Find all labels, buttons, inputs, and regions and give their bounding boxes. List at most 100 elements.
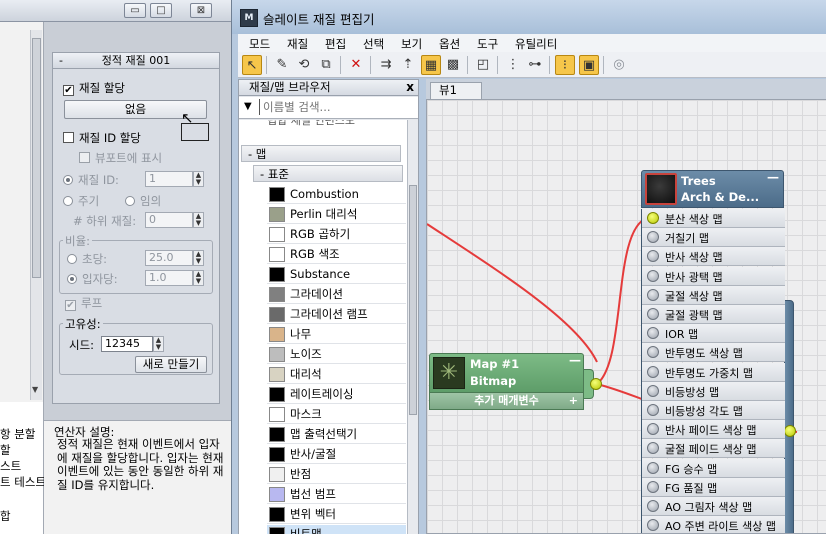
list-item[interactable]: 할 bbox=[0, 442, 11, 458]
spinner-arrows-icon[interactable]: ▲ ▼ bbox=[193, 212, 204, 228]
spinner-arrows-icon[interactable]: ▲ ▼ bbox=[193, 250, 204, 266]
show-in-viewport-checkbox[interactable]: 뷰포트에 표시 bbox=[79, 150, 162, 166]
material-id-spinner[interactable]: 1 ▲ ▼ bbox=[145, 171, 204, 187]
material-slot[interactable]: 반사 광택 맵 bbox=[642, 266, 785, 286]
input-port[interactable] bbox=[647, 404, 659, 416]
delete-icon[interactable]: ✕ bbox=[346, 55, 366, 75]
input-port[interactable] bbox=[647, 365, 659, 378]
list-item[interactable]: RGB 곱하기 bbox=[267, 225, 406, 244]
input-port[interactable] bbox=[647, 250, 659, 263]
per-second-radio[interactable]: 초당: bbox=[67, 251, 107, 267]
material-output-port[interactable] bbox=[784, 425, 796, 437]
per-particle-radio[interactable]: 입자당: bbox=[67, 271, 118, 287]
material-slot[interactable]: FG 승수 맵 bbox=[642, 458, 785, 478]
scroll-down-icon[interactable]: ▼ bbox=[32, 385, 38, 394]
list-item[interactable]: 그라데이션 bbox=[267, 285, 406, 304]
input-port[interactable] bbox=[647, 212, 659, 224]
list-item[interactable]: 맵 출력선택기 bbox=[267, 425, 406, 444]
node-canvas[interactable]: ✳ Map #1 Bitmap — 추가 매개변수 + Trees Arch &… bbox=[426, 99, 826, 534]
spinner-arrows-icon[interactable]: ▲ ▼ bbox=[193, 270, 204, 286]
background-icon[interactable]: ▦ bbox=[421, 55, 441, 75]
standard-group-header[interactable]: - 표준 bbox=[253, 165, 403, 182]
random-radio[interactable]: 임의 bbox=[125, 193, 161, 209]
material-slot[interactable]: 분산 색상 맵 bbox=[642, 209, 785, 228]
input-port[interactable] bbox=[647, 288, 659, 301]
input-port[interactable] bbox=[647, 461, 659, 474]
put-material-icon[interactable]: ⟲ bbox=[294, 55, 314, 75]
input-port[interactable] bbox=[647, 231, 659, 244]
material-id-radio[interactable]: 재질 ID: bbox=[63, 172, 119, 188]
eyedropper-icon[interactable]: ✎ bbox=[272, 55, 292, 75]
input-port[interactable] bbox=[647, 442, 659, 455]
panel-scrollbar[interactable]: ▼ bbox=[30, 30, 42, 400]
assign-material-icon[interactable]: ⧉ bbox=[316, 55, 336, 75]
material-node-header[interactable]: Trees Arch & De... — bbox=[641, 170, 784, 208]
list-item[interactable]: 비트맵 bbox=[267, 525, 406, 534]
close-icon[interactable]: x bbox=[406, 80, 414, 95]
seed-spinner[interactable]: 12345 ▲ ▼ bbox=[101, 336, 164, 352]
search-options-icon[interactable]: ▼ bbox=[244, 101, 252, 112]
menu-select[interactable]: 선택 bbox=[363, 36, 384, 52]
list-item[interactable]: 합 bbox=[0, 508, 11, 524]
menu-edit[interactable]: 편집 bbox=[325, 36, 346, 52]
list-item[interactable]: Perlin 대리석 bbox=[267, 205, 406, 224]
material-slot[interactable]: 굴절 광택 맵 bbox=[642, 305, 785, 324]
list-item[interactable]: 스트 bbox=[0, 458, 21, 474]
assign-material-checkbox[interactable]: ✔ 재질 할당 bbox=[63, 80, 125, 96]
close-button[interactable]: ⊠ bbox=[190, 3, 212, 18]
search-input[interactable] bbox=[259, 99, 414, 115]
assign-material-id-checkbox[interactable]: 재질 ID 할당 bbox=[63, 130, 141, 146]
list-item[interactable]: 트 테스트 bbox=[0, 474, 46, 490]
list-item[interactable]: 반점 bbox=[267, 465, 406, 484]
material-slot[interactable]: IOR 맵 bbox=[642, 324, 785, 344]
material-slot[interactable]: 거칠기 맵 bbox=[642, 228, 785, 248]
spinner-arrows-icon[interactable]: ▲ ▼ bbox=[193, 171, 204, 187]
spinner-arrows-icon[interactable]: ▲ ▼ bbox=[153, 336, 164, 352]
rollout-header[interactable]: - 정적 재질 001 bbox=[53, 53, 219, 69]
material-slot[interactable]: 반사 페이드 색상 맵 bbox=[642, 420, 785, 440]
collapse-node-icon[interactable]: — bbox=[569, 353, 581, 367]
scrollbar-thumb[interactable] bbox=[409, 185, 417, 415]
list-item[interactable]: 법선 범프 bbox=[267, 485, 406, 504]
list-item[interactable]: RGB 색조 bbox=[267, 245, 406, 264]
new-seed-button[interactable]: 새로 만들기 bbox=[135, 356, 207, 373]
list-item[interactable]: 변위 벡터 bbox=[267, 505, 406, 524]
menu-tools[interactable]: 도구 bbox=[477, 36, 498, 52]
menu-view[interactable]: 보기 bbox=[401, 36, 422, 52]
material-slot[interactable]: 비등방성 각도 맵 bbox=[642, 401, 785, 420]
material-slot[interactable]: 반사 색상 맵 bbox=[642, 247, 785, 267]
input-port[interactable] bbox=[647, 384, 659, 397]
loop-checkbox[interactable]: ✔ 루프 bbox=[65, 295, 102, 311]
menu-utilities[interactable]: 유틸리티 bbox=[515, 36, 557, 52]
material-slot[interactable]: 반투명도 가중치 맵 bbox=[642, 362, 785, 382]
layout-vertical-icon[interactable]: ⋮ bbox=[503, 55, 523, 75]
input-port[interactable] bbox=[647, 327, 659, 340]
input-port[interactable] bbox=[647, 423, 659, 436]
restore-button[interactable]: □ bbox=[150, 3, 172, 18]
title-bar[interactable]: M 슬레이트 재질 편집기 bbox=[232, 0, 826, 34]
material-slot[interactable]: 비등방성 맵 bbox=[642, 381, 785, 401]
material-map-navigator-icon[interactable]: ⁝ bbox=[555, 55, 575, 75]
input-port[interactable] bbox=[647, 480, 659, 493]
bitmap-output-port[interactable] bbox=[590, 378, 602, 390]
list-item[interactable]: 마스크 bbox=[267, 405, 406, 424]
select-by-material-icon[interactable]: ◎ bbox=[609, 55, 629, 75]
layout-children-icon[interactable]: ⊶ bbox=[525, 55, 545, 75]
material-slot[interactable]: 반투명도 색상 맵 bbox=[642, 343, 785, 363]
bitmap-node-header[interactable]: ✳ Map #1 Bitmap — bbox=[429, 353, 584, 393]
material-slot[interactable]: AO 주변 라이트 색상 맵 bbox=[642, 516, 785, 533]
material-slot[interactable]: AO 그림자 색상 맵 bbox=[642, 497, 785, 516]
sub-material-spinner[interactable]: 0 ▲ ▼ bbox=[145, 212, 204, 228]
list-item[interactable]: 나무 bbox=[267, 325, 406, 344]
move-children-icon[interactable]: ⇉ bbox=[376, 55, 396, 75]
tab-view1[interactable]: 뷰1 bbox=[430, 82, 482, 99]
menu-mode[interactable]: 모드 bbox=[249, 36, 270, 52]
list-item[interactable]: 노이즈 bbox=[267, 345, 406, 364]
select-arrow-icon[interactable]: ↖ bbox=[242, 55, 262, 75]
input-port[interactable] bbox=[647, 346, 659, 359]
list-item[interactable]: 반사/굴절 bbox=[267, 445, 406, 464]
hide-unused-slots-icon[interactable]: ⇡ bbox=[398, 55, 418, 75]
minimize-button[interactable]: ▭ bbox=[124, 3, 146, 18]
scrollbar-thumb[interactable] bbox=[32, 38, 41, 278]
collapse-node-icon[interactable]: — bbox=[767, 170, 779, 184]
